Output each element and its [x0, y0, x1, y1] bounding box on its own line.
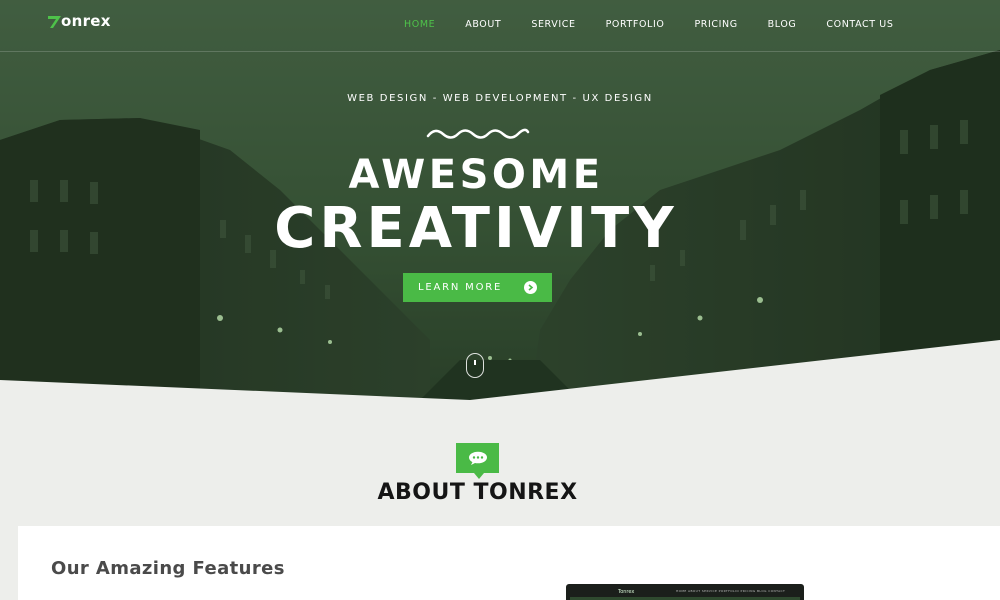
chat-bubble-tail: [474, 473, 484, 479]
nav-pricing[interactable]: PRICING: [694, 19, 737, 30]
nav-about[interactable]: ABOUT: [465, 19, 501, 30]
about-title: ABOUT TONREX: [377, 480, 578, 505]
site-preview-image: Tonrex HOME ABOUT SERVICE PORTFOLIO PRIC…: [566, 584, 804, 600]
features-title: Our Amazing Features: [51, 558, 285, 579]
hero-tagline: WEB DESIGN - WEB DEVELOPMENT - UX DESIGN: [347, 93, 653, 104]
hero-title-line2: CREATIVITY: [274, 196, 678, 261]
nav-service[interactable]: SERVICE: [531, 19, 575, 30]
brand-name: onrex: [61, 12, 111, 30]
chevron-right-circle-icon: [524, 281, 537, 294]
nav-home[interactable]: HOME: [404, 19, 435, 30]
features-card: Our Amazing Features Tonrex HOME ABOUT S…: [18, 526, 1000, 600]
preview-nav: HOME ABOUT SERVICE PORTFOLIO PRICING BLO…: [676, 589, 786, 593]
nav-blog[interactable]: BLOG: [768, 19, 797, 30]
learn-more-label: LEARN MORE: [418, 282, 503, 293]
wave-squiggle-icon: [426, 128, 530, 139]
preview-logo: Tonrex: [618, 589, 635, 595]
top-navbar: onrex HOME ABOUT SERVICE PORTFOLIO PRICI…: [0, 0, 1000, 52]
main-menu: HOME ABOUT SERVICE PORTFOLIO PRICING BLO…: [404, 19, 923, 30]
section-divider: [0, 340, 1000, 402]
learn-more-button[interactable]: LEARN MORE: [403, 273, 552, 302]
nav-contact-us[interactable]: CONTACT US: [826, 19, 893, 30]
nav-portfolio[interactable]: PORTFOLIO: [606, 19, 665, 30]
hero-title-line1: AWESOME: [348, 152, 604, 198]
chat-bubble-icon: [456, 443, 499, 479]
brand-logo[interactable]: onrex: [46, 12, 111, 30]
